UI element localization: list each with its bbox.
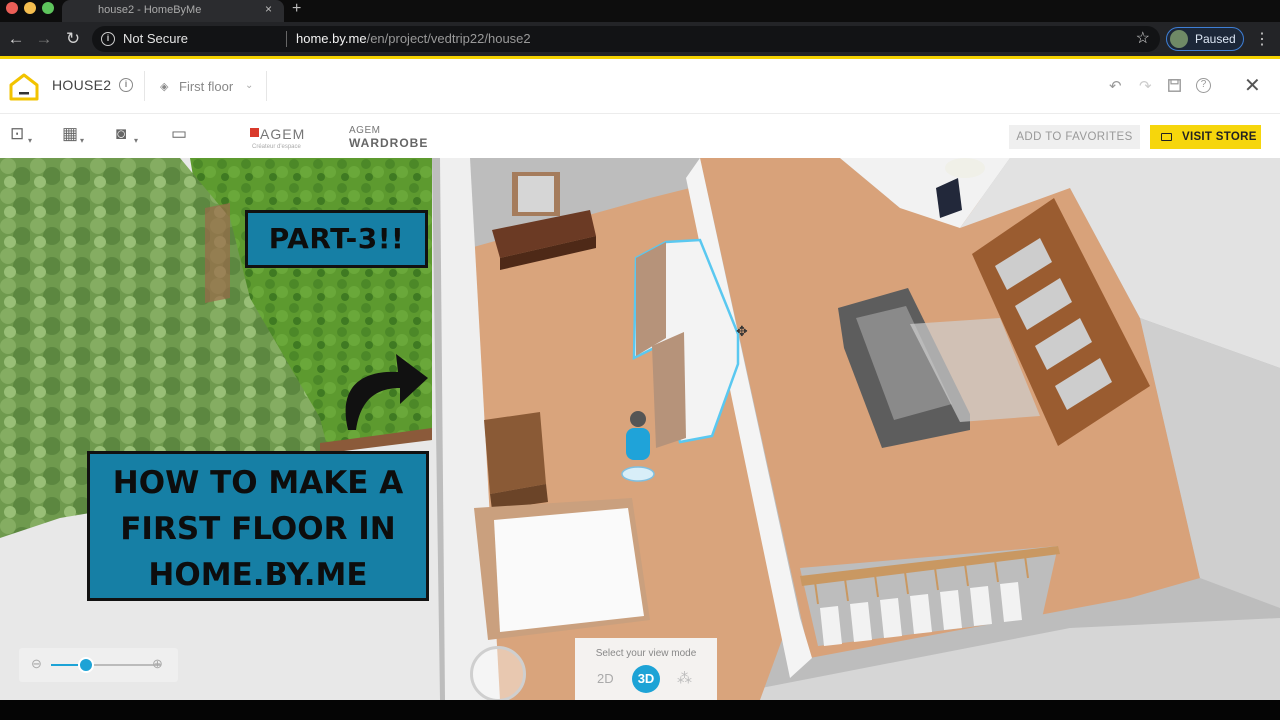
header-divider xyxy=(144,71,145,101)
homebyme-logo-icon[interactable] xyxy=(8,72,40,102)
mirror[interactable] xyxy=(518,176,554,212)
3d-viewport[interactable]: ✥ PART-3!! HOW TO MAKE A FIRST FLOOR IN … xyxy=(0,158,1280,700)
redo-icon[interactable]: ↷ xyxy=(1139,77,1152,95)
profile-status: Paused xyxy=(1195,32,1236,46)
3d-scene[interactable]: ✥ xyxy=(0,158,1280,700)
agem-mark-icon xyxy=(250,128,259,137)
furniture-catalog-icon[interactable]: ▦ ▾ xyxy=(62,124,84,145)
zoom-control[interactable]: ⊖ ⊕ xyxy=(19,648,178,682)
navigation-compass[interactable] xyxy=(470,646,526,700)
tutorial-title-overlay: HOW TO MAKE A FIRST FLOOR IN HOME.BY.ME xyxy=(87,451,429,601)
save-icon[interactable] xyxy=(1168,79,1181,92)
address-divider xyxy=(286,31,287,47)
header-divider xyxy=(266,71,267,101)
view-mode-2d-button[interactable]: 2D xyxy=(597,671,614,686)
close-icon[interactable]: ✕ xyxy=(1244,73,1261,98)
url-text[interactable]: home.by.me/en/project/vedtrip22/house2 xyxy=(296,31,531,46)
visit-store-button[interactable]: VISIT STORE xyxy=(1150,125,1261,149)
wardrobe-door[interactable] xyxy=(652,332,686,448)
address-bar[interactable]: i Not Secure home.by.me/en/project/vedtr… xyxy=(92,26,1160,52)
url-domain: home.by.me xyxy=(296,31,367,46)
site-info-icon[interactable]: i xyxy=(101,32,115,46)
back-icon[interactable]: ← xyxy=(5,28,27,50)
walk-mode-footsteps-icon[interactable]: ⁂ xyxy=(677,669,692,687)
view-mode-label: Select your view mode xyxy=(595,648,697,659)
bed-mattress[interactable] xyxy=(494,508,644,632)
project-info-icon[interactable]: i xyxy=(119,78,133,92)
part-overlay-label: PART-3!! xyxy=(245,210,428,268)
window-minimize-dot[interactable] xyxy=(24,2,36,14)
view-mode-selector: Select your view mode 2D 3D ⁂ xyxy=(575,638,717,700)
avatar-head[interactable] xyxy=(630,411,646,427)
help-icon[interactable]: ? xyxy=(1196,78,1211,93)
app-header: HOUSE2 i ◈ First floor ⌄ ↶ ↷ ? ✕ xyxy=(0,59,1280,114)
measure-ruler-icon[interactable]: ▭ xyxy=(171,124,187,144)
browser-menu-icon[interactable]: ⋮ xyxy=(1254,29,1270,49)
move-cursor-icon: ✥ xyxy=(736,324,748,340)
url-path: /en/project/vedtrip22/house2 xyxy=(366,31,531,46)
forward-icon[interactable]: → xyxy=(33,28,55,50)
zoom-in-icon[interactable]: ⊕ xyxy=(152,656,163,672)
nightstand[interactable] xyxy=(484,412,546,494)
agem-wardrobe-logo[interactable]: AGEM WARDROBE xyxy=(349,125,428,149)
reload-icon[interactable]: ↻ xyxy=(62,28,84,50)
tab-close-icon[interactable]: × xyxy=(265,2,272,16)
floor-layers-icon: ◈ xyxy=(160,81,169,93)
zoom-slider-handle[interactable] xyxy=(78,657,95,673)
store-tag-icon xyxy=(1161,133,1172,141)
avatar-body[interactable] xyxy=(626,428,650,460)
tab-title: house2 - HomeByMe xyxy=(98,4,202,16)
garden-fence xyxy=(205,203,230,303)
project-name[interactable]: HOUSE2 xyxy=(52,77,111,93)
floor-selector[interactable]: First floor xyxy=(179,79,233,94)
browser-tabstrip: house2 - HomeByMe × + xyxy=(0,0,1280,22)
new-tab-button[interactable]: + xyxy=(292,0,301,18)
os-taskbar xyxy=(0,700,1280,720)
floorplan-tool-icon[interactable]: ⊡ ▾ xyxy=(10,124,32,145)
undo-icon[interactable]: ↶ xyxy=(1109,77,1122,95)
avatar-base[interactable] xyxy=(621,466,655,482)
floor-lamp-shade[interactable] xyxy=(945,158,985,178)
window-maximize-dot[interactable] xyxy=(42,2,54,14)
window-close-dot[interactable] xyxy=(6,2,18,14)
view-mode-3d-button[interactable]: 3D xyxy=(632,665,660,693)
bookmark-star-icon[interactable]: ☆ xyxy=(1136,28,1150,48)
browser-tab[interactable]: house2 - HomeByMe × xyxy=(62,0,284,22)
profile-button[interactable]: Paused xyxy=(1166,27,1244,51)
security-status: Not Secure xyxy=(123,31,189,46)
camera-icon[interactable]: ◙ ▾ xyxy=(116,124,138,145)
avatar xyxy=(1170,30,1188,48)
add-to-favorites-button[interactable]: ADD TO FAVORITES xyxy=(1009,125,1140,149)
wardrobe-door[interactable] xyxy=(636,242,666,356)
tool-row: ⊡ ▾ ▦ ▾ ◙ ▾ ▭ AGEM Créateur d'espace AGEM W… xyxy=(0,114,1280,158)
browser-toolbar: ← → ↻ i Not Secure home.by.me/en/project… xyxy=(0,22,1280,56)
zoom-out-icon[interactable]: ⊖ xyxy=(31,656,42,672)
chevron-down-icon[interactable]: ⌄ xyxy=(245,80,253,91)
agem-brand-logo[interactable]: AGEM Créateur d'espace xyxy=(250,126,305,150)
